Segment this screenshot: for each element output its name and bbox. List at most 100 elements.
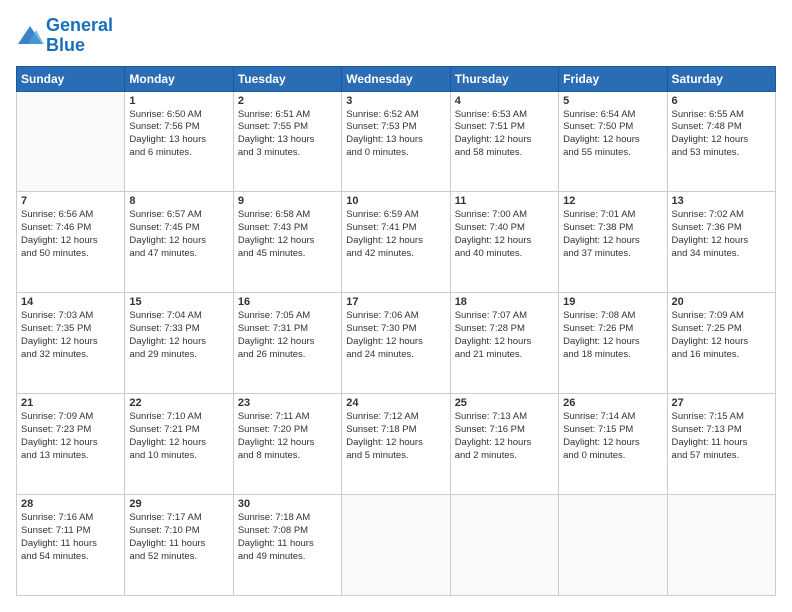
page: General Blue SundayMondayTuesdayWednesda…	[0, 0, 792, 612]
day-cell	[667, 495, 775, 596]
day-number: 5	[563, 95, 662, 107]
header-sunday: Sunday	[17, 66, 125, 91]
week-row-3: 21Sunrise: 7:09 AM Sunset: 7:23 PM Dayli…	[17, 394, 776, 495]
day-info: Sunrise: 7:01 AM Sunset: 7:38 PM Dayligh…	[563, 209, 662, 260]
header-wednesday: Wednesday	[342, 66, 450, 91]
day-cell	[342, 495, 450, 596]
day-cell: 19 Sunrise: 7:08 AM Sunset: 7:26 PM Dayli…	[559, 293, 667, 394]
day-cell: 22Sunrise: 7:10 AM Sunset: 7:21 PM Dayli…	[125, 394, 233, 495]
day-number: 13	[672, 195, 771, 207]
day-number: 18	[455, 296, 554, 308]
day-cell: 2 Sunrise: 6:51 AM Sunset: 7:55 PM Daylig…	[233, 91, 341, 192]
calendar-header: SundayMondayTuesdayWednesdayThursdayFrid…	[17, 66, 776, 91]
day-info: Sunrise: 7:00 AM Sunset: 7:40 PM Dayligh…	[455, 209, 554, 260]
day-info: Sunrise: 7:15 AM Sunset: 7:13 PM Dayligh…	[672, 411, 771, 462]
header-saturday: Saturday	[667, 66, 775, 91]
day-cell: 23 Sunrise: 7:11 AM Sunset: 7:20 PM Dayli…	[233, 394, 341, 495]
day-number: 17	[346, 296, 445, 308]
day-cell: 3 Sunrise: 6:52 AM Sunset: 7:53 PM Daylig…	[342, 91, 450, 192]
day-info: Sunrise: 7:12 AM Sunset: 7:18 PM Dayligh…	[346, 411, 445, 462]
header-tuesday: Tuesday	[233, 66, 341, 91]
day-number: 30	[238, 498, 337, 510]
day-number: 29	[129, 498, 228, 510]
day-info: Sunrise: 7:16 AM Sunset: 7:11 PM Dayligh…	[21, 512, 120, 563]
day-cell: 24 Sunrise: 7:12 AM Sunset: 7:18 PM Dayli…	[342, 394, 450, 495]
day-info: Sunrise: 7:11 AM Sunset: 7:20 PM Dayligh…	[238, 411, 337, 462]
logo-text: General Blue	[46, 16, 113, 56]
day-info: Sunrise: 7:03 AM Sunset: 7:35 PM Dayligh…	[21, 310, 120, 361]
day-info: Sunrise: 6:51 AM Sunset: 7:55 PM Dayligh…	[238, 109, 337, 160]
day-cell: 30 Sunrise: 7:18 AM Sunset: 7:08 PM Dayli…	[233, 495, 341, 596]
day-cell: 15Sunrise: 7:04 AM Sunset: 7:33 PM Dayli…	[125, 293, 233, 394]
day-cell: 12 Sunrise: 7:01 AM Sunset: 7:38 PM Dayli…	[559, 192, 667, 293]
day-info: Sunrise: 6:54 AM Sunset: 7:50 PM Dayligh…	[563, 109, 662, 160]
day-info: Sunrise: 6:59 AM Sunset: 7:41 PM Dayligh…	[346, 209, 445, 260]
day-info: Sunrise: 7:05 AM Sunset: 7:31 PM Dayligh…	[238, 310, 337, 361]
day-number: 22	[129, 397, 228, 409]
day-info: Sunrise: 7:08 AM Sunset: 7:26 PM Dayligh…	[563, 310, 662, 361]
day-cell: 5 Sunrise: 6:54 AM Sunset: 7:50 PM Daylig…	[559, 91, 667, 192]
day-cell: 14 Sunrise: 7:03 AM Sunset: 7:35 PM Dayli…	[17, 293, 125, 394]
day-cell: 16 Sunrise: 7:05 AM Sunset: 7:31 PM Dayli…	[233, 293, 341, 394]
day-number: 21	[21, 397, 120, 409]
calendar-body: 1 Sunrise: 6:50 AM Sunset: 7:56 PM Daylig…	[17, 91, 776, 595]
day-number: 7	[21, 195, 120, 207]
day-number: 27	[672, 397, 771, 409]
day-number: 26	[563, 397, 662, 409]
day-info: Sunrise: 6:52 AM Sunset: 7:53 PM Dayligh…	[346, 109, 445, 160]
day-info: Sunrise: 7:07 AM Sunset: 7:28 PM Dayligh…	[455, 310, 554, 361]
day-info: Sunrise: 6:53 AM Sunset: 7:51 PM Dayligh…	[455, 109, 554, 160]
day-cell	[559, 495, 667, 596]
day-cell: 25Sunrise: 7:13 AM Sunset: 7:16 PM Dayli…	[450, 394, 558, 495]
day-cell: 6Sunrise: 6:55 AM Sunset: 7:48 PM Daylig…	[667, 91, 775, 192]
day-cell: 26 Sunrise: 7:14 AM Sunset: 7:15 PM Dayli…	[559, 394, 667, 495]
logo-general: General	[46, 15, 113, 35]
day-number: 10	[346, 195, 445, 207]
day-number: 1	[129, 95, 228, 107]
header: General Blue	[16, 16, 776, 56]
day-number: 6	[672, 95, 771, 107]
day-cell: 9Sunrise: 6:58 AM Sunset: 7:43 PM Daylig…	[233, 192, 341, 293]
day-info: Sunrise: 7:18 AM Sunset: 7:08 PM Dayligh…	[238, 512, 337, 563]
day-number: 2	[238, 95, 337, 107]
day-cell	[450, 495, 558, 596]
day-cell: 13 Sunrise: 7:02 AM Sunset: 7:36 PM Dayli…	[667, 192, 775, 293]
day-cell: 18 Sunrise: 7:07 AM Sunset: 7:28 PM Dayli…	[450, 293, 558, 394]
day-number: 12	[563, 195, 662, 207]
logo-icon	[16, 22, 44, 50]
day-number: 3	[346, 95, 445, 107]
day-info: Sunrise: 7:09 AM Sunset: 7:25 PM Dayligh…	[672, 310, 771, 361]
day-number: 28	[21, 498, 120, 510]
week-row-1: 7 Sunrise: 6:56 AM Sunset: 7:46 PM Daylig…	[17, 192, 776, 293]
day-cell: 10 Sunrise: 6:59 AM Sunset: 7:41 PM Dayli…	[342, 192, 450, 293]
day-info: Sunrise: 7:02 AM Sunset: 7:36 PM Dayligh…	[672, 209, 771, 260]
day-number: 23	[238, 397, 337, 409]
day-cell: 21Sunrise: 7:09 AM Sunset: 7:23 PM Dayli…	[17, 394, 125, 495]
day-info: Sunrise: 6:50 AM Sunset: 7:56 PM Dayligh…	[129, 109, 228, 160]
day-info: Sunrise: 7:04 AM Sunset: 7:33 PM Dayligh…	[129, 310, 228, 361]
day-cell: 27 Sunrise: 7:15 AM Sunset: 7:13 PM Dayli…	[667, 394, 775, 495]
calendar-table: SundayMondayTuesdayWednesdayThursdayFrid…	[16, 66, 776, 596]
header-monday: Monday	[125, 66, 233, 91]
day-number: 19	[563, 296, 662, 308]
day-number: 24	[346, 397, 445, 409]
day-number: 16	[238, 296, 337, 308]
day-info: Sunrise: 6:58 AM Sunset: 7:43 PM Dayligh…	[238, 209, 337, 260]
day-cell: 17Sunrise: 7:06 AM Sunset: 7:30 PM Dayli…	[342, 293, 450, 394]
day-info: Sunrise: 7:13 AM Sunset: 7:16 PM Dayligh…	[455, 411, 554, 462]
day-cell: 4Sunrise: 6:53 AM Sunset: 7:51 PM Daylig…	[450, 91, 558, 192]
day-number: 20	[672, 296, 771, 308]
day-number: 14	[21, 296, 120, 308]
day-info: Sunrise: 7:14 AM Sunset: 7:15 PM Dayligh…	[563, 411, 662, 462]
logo: General Blue	[16, 16, 113, 56]
day-cell: 29 Sunrise: 7:17 AM Sunset: 7:10 PM Dayli…	[125, 495, 233, 596]
day-info: Sunrise: 7:17 AM Sunset: 7:10 PM Dayligh…	[129, 512, 228, 563]
day-cell: 8Sunrise: 6:57 AM Sunset: 7:45 PM Daylig…	[125, 192, 233, 293]
day-info: Sunrise: 6:56 AM Sunset: 7:46 PM Dayligh…	[21, 209, 120, 260]
day-cell: 28 Sunrise: 7:16 AM Sunset: 7:11 PM Dayli…	[17, 495, 125, 596]
day-cell: 7 Sunrise: 6:56 AM Sunset: 7:46 PM Daylig…	[17, 192, 125, 293]
logo-blue: Blue	[46, 35, 85, 55]
day-number: 11	[455, 195, 554, 207]
header-thursday: Thursday	[450, 66, 558, 91]
week-row-4: 28 Sunrise: 7:16 AM Sunset: 7:11 PM Dayli…	[17, 495, 776, 596]
